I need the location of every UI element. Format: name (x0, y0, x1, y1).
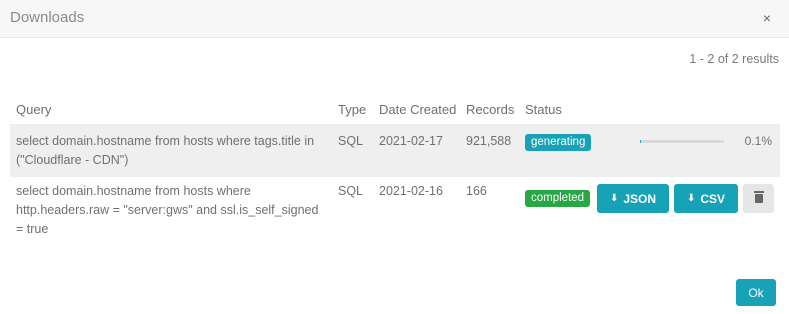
column-header-query: Query (16, 102, 52, 117)
json-label: JSON (623, 191, 657, 206)
download-csv-button[interactable]: ⬇ CSV (674, 184, 738, 213)
column-header-records: Records (466, 102, 515, 117)
ok-button[interactable]: Ok (736, 279, 776, 306)
query-line: select domain.hostname from hosts where … (16, 134, 315, 148)
column-header-date-created: Date Created (379, 102, 457, 117)
csv-label: CSV (700, 191, 726, 206)
modal-header: Downloads × (0, 0, 789, 38)
table-row: select domain.hostname from hosts where … (10, 124, 780, 177)
table-row: select domain.hostname from hosts where … (10, 177, 780, 243)
delete-button[interactable] (743, 184, 774, 213)
type-cell: SQL (338, 134, 364, 148)
download-icon: ⬇ (609, 193, 619, 204)
date-cell: 2021-02-16 (379, 184, 443, 198)
date-cell: 2021-02-17 (379, 134, 443, 148)
modal-title: Downloads (10, 9, 85, 26)
query-line: select domain.hostname from hosts where (16, 184, 251, 198)
records-cell: 166 (466, 184, 487, 198)
download-icon: ⬇ (686, 193, 696, 204)
type-cell: SQL (338, 184, 364, 198)
close-icon[interactable]: × (759, 10, 775, 26)
query-line: = true (16, 222, 49, 236)
progress-bar (640, 140, 724, 143)
status-badge: completed (525, 190, 591, 207)
status-badge: generating (525, 134, 592, 151)
progress-text: 0.1% (744, 134, 772, 148)
query-line: ("Cloudflare - CDN") (16, 153, 129, 167)
records-cell: 921,588 (466, 134, 512, 148)
trash-icon (753, 191, 764, 203)
column-header-type: Type (338, 102, 367, 117)
results-count: 1 - 2 of 2 results (689, 52, 779, 66)
column-header-status: Status (525, 102, 562, 117)
query-line: http.headers.raw = "server:gws" and ssl.… (16, 203, 319, 217)
downloads-modal: Downloads × 1 - 2 of 2 results Query Typ… (0, 0, 789, 314)
download-json-button[interactable]: ⬇ JSON (597, 184, 669, 213)
